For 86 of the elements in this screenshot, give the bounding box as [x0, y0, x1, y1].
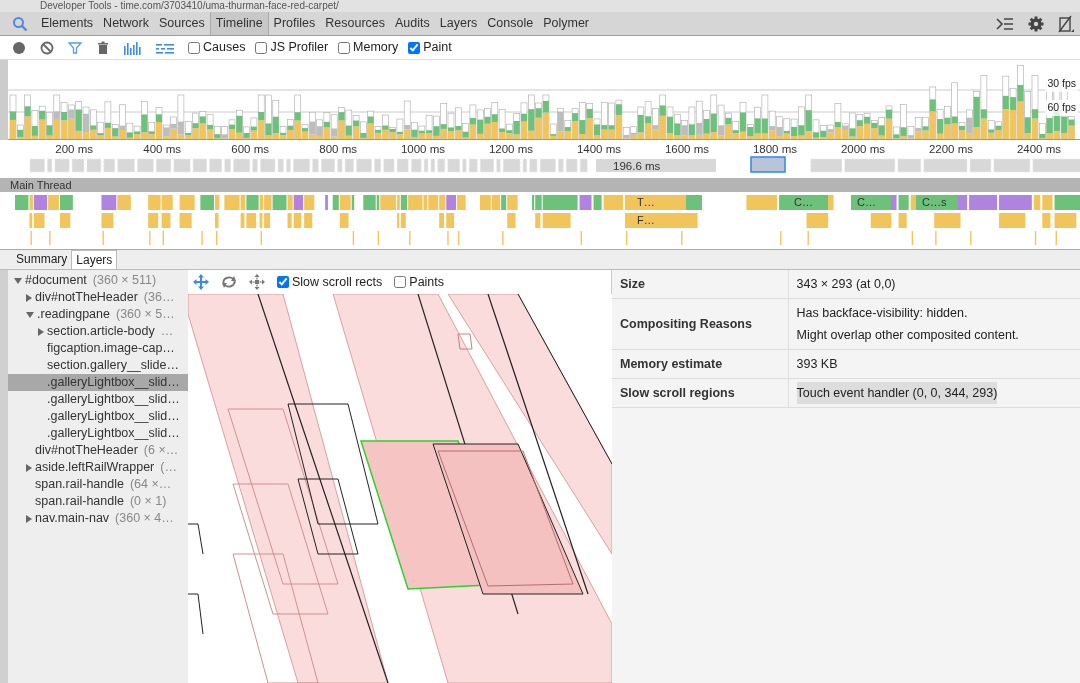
fps-label: 60 fps — [1045, 100, 1078, 116]
expand-arrow-icon[interactable] — [38, 327, 44, 336]
panel-tab[interactable]: Network — [98, 12, 154, 35]
event-bar[interactable]: C…s — [916, 195, 958, 210]
time-tick-label: 1000 ms — [400, 142, 445, 157]
tree-item[interactable]: span.rail-handle (0 × 1) — [8, 493, 188, 510]
track-header: Main Thread — [0, 178, 1080, 192]
time-tick-label: 1800 ms — [752, 142, 797, 157]
panel-tab[interactable]: Polymer — [538, 12, 595, 35]
checkbox[interactable] — [255, 41, 268, 54]
time-tick-label: 2200 ms — [928, 142, 973, 157]
panel-tab[interactable]: Timeline — [209, 12, 269, 35]
property-value: 343 × 293 (at 0,0) — [796, 276, 896, 293]
tree-item[interactable]: .readingpane (360 × 5… — [8, 306, 188, 323]
tree-item[interactable]: section.gallery__slide… — [8, 357, 188, 374]
tree-item[interactable]: #document (360 × 511) — [8, 272, 188, 289]
checkbox-label[interactable]: Paint — [423, 38, 452, 57]
property-name: Slow scroll regions — [612, 378, 788, 408]
property-value: 393 KB — [796, 356, 838, 373]
panel-tab[interactable]: Sources — [153, 12, 210, 35]
frame-duration-label: 196.6 ms — [613, 159, 661, 174]
window-title: Developer Tools - time.com/3703410/uma-thurman-face-red-carpet/ — [0, 0, 1080, 12]
search-icon[interactable] — [12, 15, 28, 32]
bar-chart-icon[interactable] — [124, 40, 142, 55]
tree-item[interactable]: .galleryLightbox__slid… — [8, 374, 188, 391]
tree-item[interactable]: div#notTheHeader (36… — [8, 289, 188, 306]
time-tick-label: 2000 ms — [840, 142, 885, 157]
trash-icon[interactable] — [96, 40, 110, 55]
pan-icon[interactable] — [193, 274, 209, 290]
tree-item[interactable]: span.rail-handle (64 ×… — [8, 476, 188, 493]
checkbox-label[interactable]: Memory — [353, 38, 399, 57]
tree-item[interactable]: .galleryLightbox__slid… — [8, 408, 188, 425]
time-tick-label: 1600 ms — [664, 142, 709, 157]
console-drawer-icon[interactable] — [996, 16, 1014, 31]
tree-item[interactable]: .galleryLightbox__slid… — [8, 391, 188, 408]
detail-tab[interactable]: Summary — [12, 250, 72, 269]
checkbox[interactable] — [188, 41, 200, 54]
layers-3d-drawing[interactable] — [188, 294, 612, 683]
property-value: Might overlap other composited content. — [796, 327, 1019, 344]
time-tick-label: 400 ms — [143, 142, 181, 157]
checkbox[interactable] — [408, 41, 421, 54]
property-name: Size — [612, 270, 788, 299]
time-tick-label: 1400 ms — [576, 142, 621, 157]
property-value: Has backface-visibility: hidden. — [796, 305, 968, 322]
expand-arrow-icon[interactable] — [26, 311, 34, 318]
checkbox[interactable] — [394, 276, 407, 288]
tree-item[interactable]: figcaption.image-cap… — [8, 340, 188, 357]
tree-item[interactable]: aside.leftRailWrapper (… — [8, 459, 188, 476]
tree-item[interactable]: nav.main-nav (360 × 4… — [8, 510, 188, 527]
time-tick-label: 600 ms — [231, 142, 269, 157]
panel-tab[interactable]: Resources — [320, 12, 391, 35]
panel-tab[interactable]: Layers — [434, 12, 483, 35]
detail-tab[interactable]: Layers — [71, 250, 118, 269]
property-name: Compositing Reasons — [612, 298, 788, 350]
dock-icon[interactable] — [1058, 14, 1074, 33]
property-name: Memory estimate — [612, 349, 788, 379]
checkbox-label[interactable]: Slow scroll rects — [292, 272, 383, 292]
tree-item[interactable]: .galleryLightbox__slid… — [8, 425, 188, 442]
property-value: Touch event handler (0, 0, 344, 293) — [796, 382, 998, 404]
panel-tab[interactable]: Console — [482, 12, 539, 35]
time-tick-label: 2400 ms — [1016, 142, 1061, 157]
time-tick-label: 1200 ms — [488, 142, 533, 157]
checkbox-label[interactable]: JS Profiler — [270, 38, 329, 57]
fps-label: 30 fps — [1045, 76, 1078, 92]
clear-icon[interactable] — [40, 40, 54, 55]
reset-icon[interactable] — [249, 274, 265, 290]
expand-arrow-icon[interactable] — [26, 514, 32, 523]
time-tick-label: 200 ms — [55, 142, 93, 157]
filter-icon[interactable] — [68, 40, 82, 55]
record-icon[interactable] — [12, 40, 26, 55]
expand-arrow-icon[interactable] — [26, 293, 32, 302]
time-tick-label: 800 ms — [319, 142, 357, 157]
settings-icon[interactable] — [1028, 15, 1044, 32]
expand-arrow-icon[interactable] — [26, 463, 32, 472]
tree-item[interactable]: section.article-body … — [8, 323, 188, 340]
checkbox-label[interactable]: Causes — [203, 38, 246, 57]
event-bar[interactable]: C… — [851, 195, 891, 210]
checkbox-label[interactable]: Paints — [409, 272, 445, 292]
panel-tab[interactable]: Audits — [390, 12, 435, 35]
tree-item[interactable]: div#notTheHeader (6 ×… — [8, 442, 188, 459]
checkbox[interactable] — [338, 41, 351, 54]
expand-arrow-icon[interactable] — [14, 277, 22, 284]
rotate-icon[interactable] — [221, 274, 237, 290]
checkbox[interactable] — [277, 276, 289, 288]
panel-tab[interactable]: Elements — [36, 12, 99, 35]
panel-tab[interactable]: Profiles — [268, 12, 321, 35]
